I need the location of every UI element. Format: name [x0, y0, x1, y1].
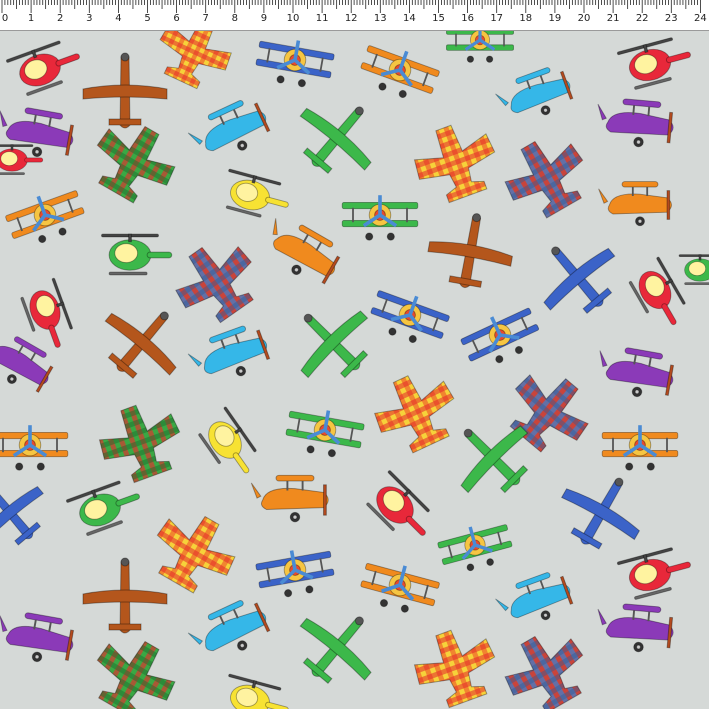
- biplane-front-icon: [251, 32, 338, 94]
- ruler-label: 13: [373, 13, 387, 24]
- ruler-label: 21: [606, 13, 620, 24]
- biplane-side-icon: [593, 95, 677, 151]
- fabric-swatch: 0 1 2 3 4 5 6 7 8 9 10 11 12 13 14 15 16 17 18 19 20 21 22 23 24: [0, 0, 709, 709]
- biplane-front-icon: [600, 423, 680, 473]
- ruler-label: 18: [519, 13, 533, 24]
- plaid-plane-icon: [80, 625, 188, 709]
- biplane-side-icon: [492, 566, 578, 635]
- plaid-plane-icon: [492, 125, 600, 229]
- helicopter-icon: [624, 256, 693, 335]
- biplane-front-icon: [0, 181, 91, 254]
- ruler-label: 20: [577, 13, 591, 24]
- helicopter-icon: [65, 475, 147, 539]
- biplane-side-icon: [255, 210, 348, 292]
- ruler-label: 1: [27, 13, 35, 24]
- biplane-front-icon: [0, 423, 70, 473]
- biplane-front-icon: [433, 515, 518, 579]
- plaid-plane-icon: [492, 620, 600, 709]
- biplane-side-icon: [592, 342, 678, 404]
- ruler-label: 10: [286, 13, 300, 24]
- ruler-label: 5: [144, 13, 151, 24]
- helicopter-icon: [218, 168, 294, 224]
- monoplane-icon: [281, 80, 395, 193]
- ruler-label: 23: [664, 13, 678, 24]
- biplane-side-icon: [184, 592, 276, 670]
- ruler-label: 6: [173, 13, 180, 24]
- biplane-side-icon: [593, 600, 677, 656]
- helicopter-icon: [678, 254, 709, 286]
- ruler-label: 16: [461, 13, 474, 24]
- ruler-label: 19: [548, 13, 562, 24]
- monoplane-icon: [82, 52, 168, 129]
- helicopter-icon: [218, 673, 294, 709]
- helicopter-icon: [360, 469, 440, 550]
- biplane-front-icon: [455, 299, 547, 376]
- biplane-side-icon: [492, 61, 578, 130]
- monoplane-icon: [82, 557, 168, 634]
- plaid-plane-icon: [494, 357, 603, 466]
- ruler-label: 3: [86, 13, 93, 24]
- ruler-label: 0: [1, 13, 9, 24]
- biplane-side-icon: [0, 607, 78, 669]
- biplane-front-icon: [252, 542, 339, 604]
- biplane-side-icon: [250, 474, 330, 523]
- helicopter-icon: [616, 543, 697, 603]
- plaid-plane-icon: [405, 113, 507, 210]
- ruler-label: 9: [260, 13, 268, 24]
- biplane-front-icon: [340, 193, 420, 242]
- biplane-front-icon: [355, 554, 444, 621]
- plaid-plane-icon: [80, 110, 188, 214]
- monoplane-icon: [520, 220, 634, 333]
- helicopter-icon: [616, 33, 697, 93]
- ruler-label: 22: [635, 13, 649, 24]
- ruler-label: 12: [344, 13, 358, 24]
- monoplane-icon: [546, 457, 658, 566]
- biplane-side-icon: [184, 92, 276, 170]
- monoplane-icon: [0, 461, 61, 563]
- ruler-label: 11: [315, 13, 329, 24]
- monoplane-icon: [422, 205, 520, 296]
- helicopter-icon: [5, 35, 87, 99]
- measurement-ruler: 0 1 2 3 4 5 6 7 8 9 10 11 12 13 14 15 16 17 18 19 20 21 22 23 24: [0, 0, 709, 31]
- ruler-label: 7: [202, 13, 209, 24]
- biplane-side-icon: [0, 323, 60, 400]
- biplane-side-icon: [597, 180, 673, 227]
- biplane-side-icon: [184, 319, 275, 392]
- plaid-plane-icon: [90, 393, 192, 490]
- ruler-label: 15: [432, 13, 445, 24]
- biplane-front-icon: [364, 281, 455, 354]
- biplane-front-icon: [281, 402, 368, 464]
- ruler-label: 17: [490, 13, 504, 24]
- plaid-plane-icon: [363, 361, 468, 462]
- helicopter-icon: [101, 233, 173, 276]
- ruler-label: 24: [694, 13, 707, 24]
- plaid-plane-icon: [162, 228, 271, 335]
- monoplane-icon: [281, 590, 395, 703]
- ruler-label: 14: [403, 13, 416, 24]
- helicopter-icon: [193, 406, 265, 484]
- monoplane-icon: [275, 285, 389, 399]
- airplane-pattern: [0, 6, 709, 709]
- biplane-front-icon: [354, 36, 445, 109]
- plaid-plane-icon: [405, 618, 507, 709]
- ruler-label: 4: [115, 13, 122, 24]
- ruler-label: 8: [231, 13, 238, 24]
- ruler-label: 2: [57, 13, 64, 24]
- plaid-plane-icon: [140, 500, 248, 604]
